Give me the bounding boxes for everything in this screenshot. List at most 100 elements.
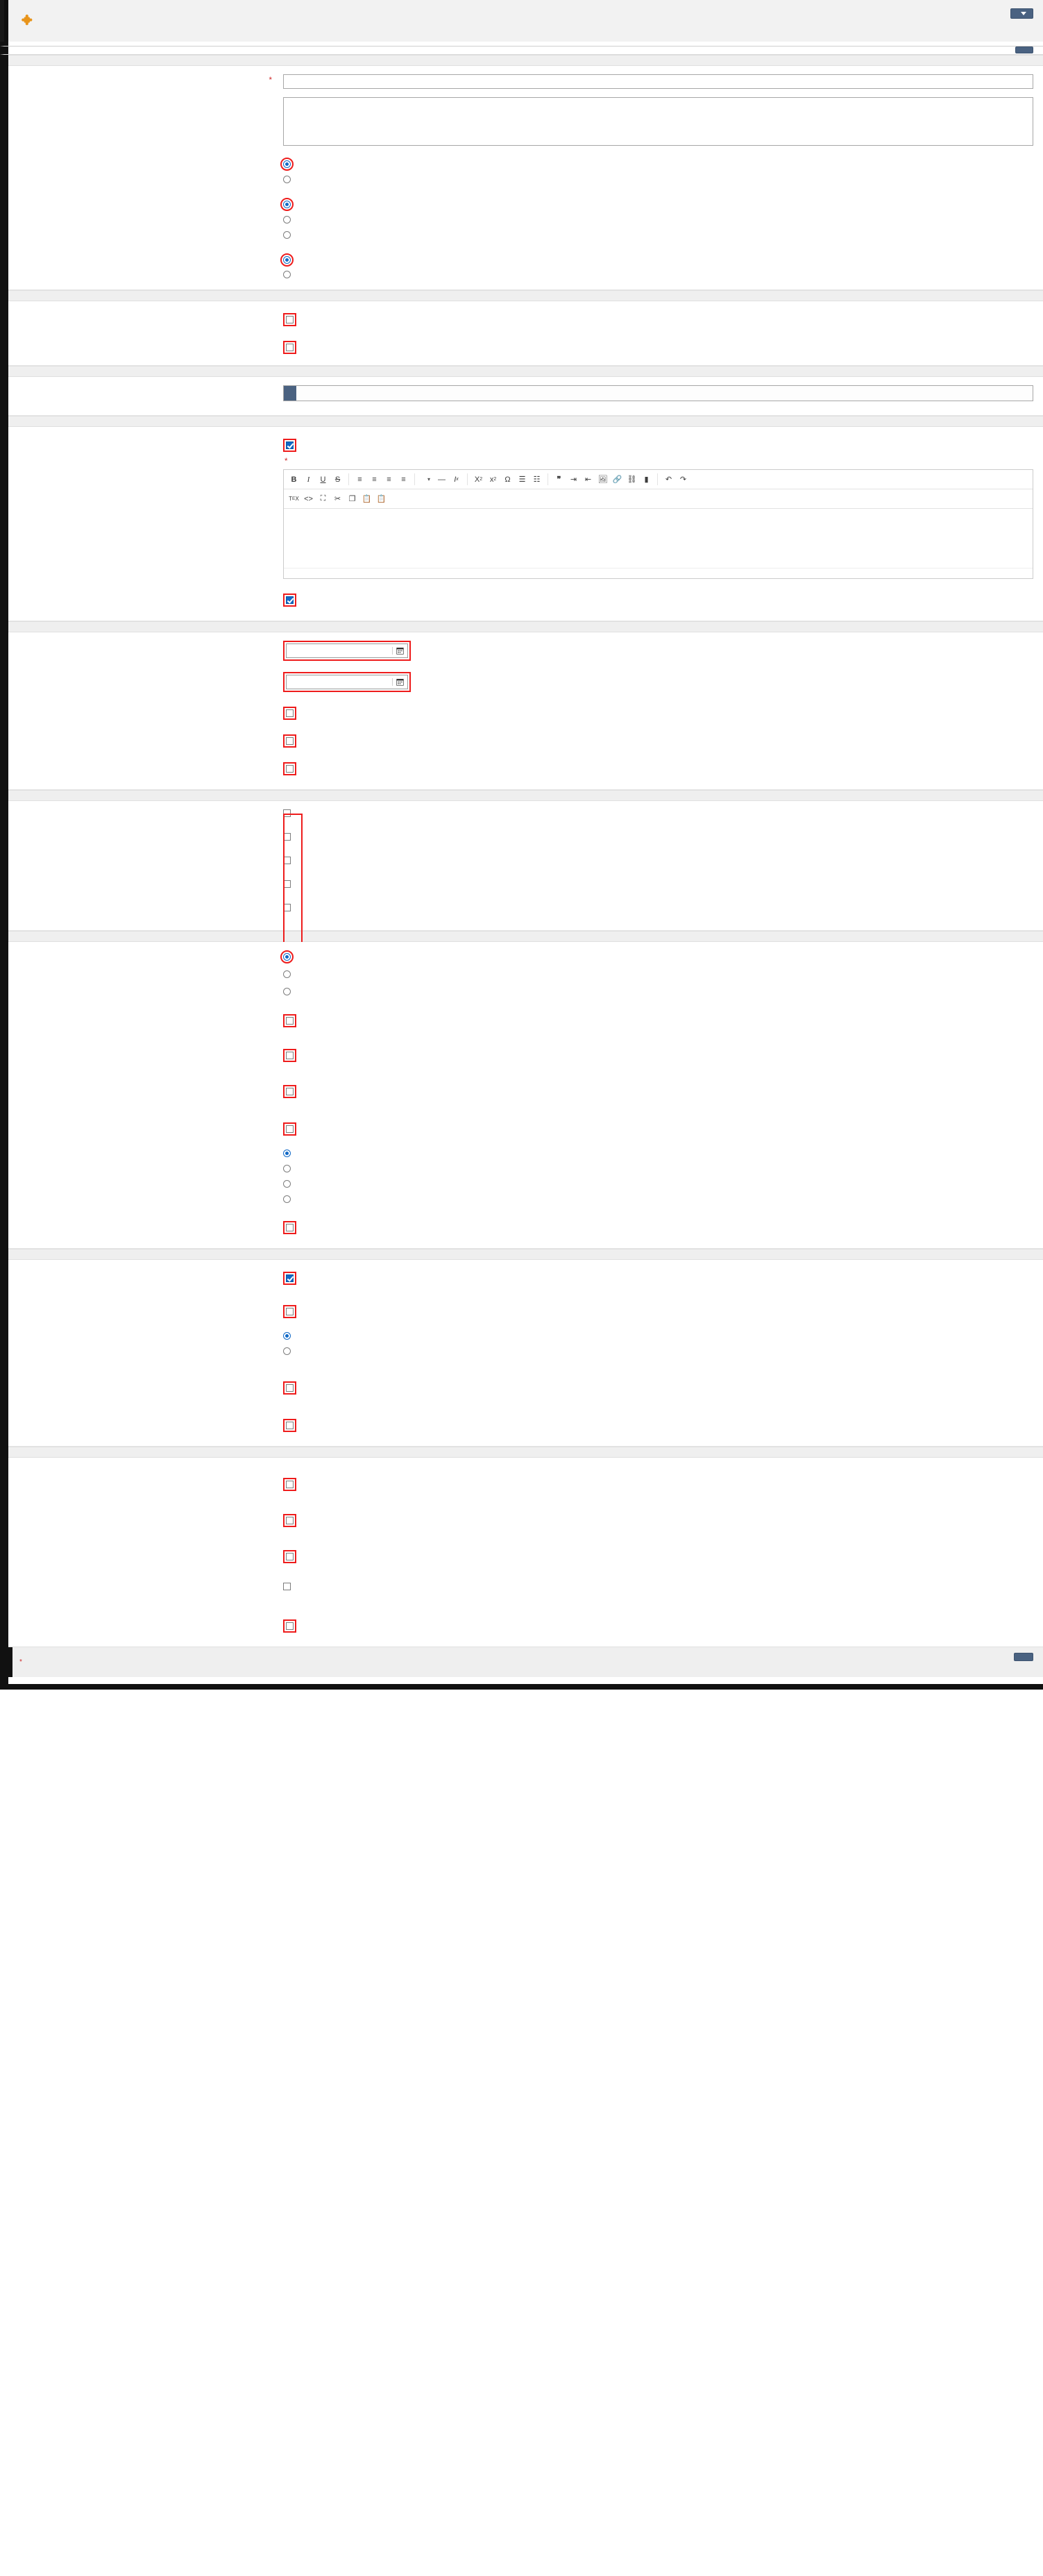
actions-button[interactable]	[1010, 8, 1033, 19]
align-center-icon[interactable]: ≡	[368, 473, 381, 486]
unanswered-radio-2[interactable]	[283, 1347, 291, 1355]
concluding-remarks-checkbox[interactable]	[286, 1517, 294, 1524]
source-code-icon[interactable]: <>	[302, 492, 315, 505]
pools-radio-1[interactable]	[280, 158, 294, 171]
privacy-option-1[interactable]	[280, 253, 1033, 267]
show-title-option-2[interactable]	[283, 969, 1033, 978]
online-checkbox[interactable]	[286, 316, 294, 323]
answers-option-1[interactable]	[283, 1148, 1033, 1157]
align-right-icon[interactable]: ≡	[382, 473, 396, 486]
limit-duration-checkbox[interactable]	[283, 857, 291, 864]
fullscreen-icon[interactable]: ⛶	[316, 492, 330, 505]
editor-content-area[interactable]	[284, 509, 1033, 568]
paste-icon[interactable]: 📋	[360, 492, 373, 505]
privacy-option-2[interactable]	[283, 269, 1033, 278]
flagging-questions-checkbox[interactable]	[286, 1422, 294, 1429]
underline-icon[interactable]: U	[316, 473, 330, 486]
numbered-list-icon[interactable]: ☷	[530, 473, 543, 486]
redo-icon[interactable]: ↷	[677, 473, 690, 486]
automatic-saving-checkbox[interactable]	[286, 1017, 294, 1025]
limit-passes-checkbox[interactable]	[283, 809, 291, 817]
manual-participants-checkbox[interactable]	[286, 737, 294, 745]
selection-option-3[interactable]	[283, 230, 1033, 239]
overview-of-answers-checkbox[interactable]	[286, 1481, 294, 1488]
show-list-of-questions-checkbox[interactable]	[286, 1384, 294, 1392]
align-left-icon[interactable]: ≡	[353, 473, 366, 486]
outdent-icon[interactable]: ⇤	[582, 473, 595, 486]
force-waiting-checkbox[interactable]	[283, 833, 291, 841]
digitally-sign-checkbox[interactable]	[283, 1583, 291, 1590]
selection-radio-1[interactable]	[280, 198, 294, 211]
title-input[interactable]	[283, 74, 1033, 89]
bulleted-list-icon[interactable]: ☰	[516, 473, 529, 486]
finishing-time-input[interactable]	[287, 677, 392, 687]
answers-radio-2[interactable]	[283, 1165, 291, 1172]
file-picker[interactable]	[283, 385, 1033, 401]
selection-radio-3[interactable]	[283, 231, 291, 239]
copy-icon[interactable]: ❐	[346, 492, 359, 505]
finishing-time-datefield[interactable]	[286, 675, 408, 689]
strikethrough-icon[interactable]: S	[331, 473, 344, 486]
select-file-button[interactable]	[284, 386, 296, 401]
introductory-message-checkbox[interactable]	[286, 441, 294, 449]
show-all-test-properties-checkbox[interactable]	[286, 596, 294, 604]
special-character-icon[interactable]: Ω	[501, 473, 514, 486]
pools-option-1[interactable]	[280, 158, 1033, 171]
unlink-icon[interactable]: ⛓	[625, 473, 638, 486]
answers-option-3[interactable]	[283, 1179, 1033, 1188]
pools-option-2[interactable]	[283, 174, 1033, 183]
pools-radio-2[interactable]	[283, 176, 291, 183]
hints-checkbox[interactable]	[286, 1088, 294, 1095]
instant-feedback-checkbox[interactable]	[286, 1125, 294, 1133]
show-title-radio-2[interactable]	[283, 970, 291, 978]
save-button-bottom[interactable]	[1014, 1653, 1033, 1661]
description-textarea[interactable]	[283, 97, 1033, 146]
starting-time-input[interactable]	[287, 646, 392, 655]
subscript-icon[interactable]: X2	[472, 473, 485, 486]
show-title-radio-1[interactable]	[280, 950, 294, 963]
notification-checkbox[interactable]	[286, 1622, 294, 1630]
superscript-icon[interactable]: x2	[486, 473, 500, 486]
redirect-checkbox[interactable]	[286, 1553, 294, 1560]
compulsory-questions-checkbox[interactable]	[286, 1224, 294, 1231]
paste-as-text-icon[interactable]: 📋	[375, 492, 388, 505]
insert-link-icon[interactable]: 🔗	[611, 473, 624, 486]
use-previous-answers-checkbox[interactable]	[286, 1274, 294, 1282]
rich-text-editor[interactable]: B I U S ≡ ≡ ≡ ≡ ▾ — I x X 2 x 2 Ω ☰ ☷ ❞ …	[283, 469, 1033, 579]
limited-availability-checkbox[interactable]	[286, 344, 294, 351]
answers-option-2[interactable]	[283, 1163, 1033, 1172]
simultaneous-participants-checkbox[interactable]	[286, 765, 294, 773]
starting-time-datefield[interactable]	[286, 643, 408, 658]
paragraph-style-dropdown[interactable]: ▾	[419, 476, 434, 482]
italic-icon[interactable]: I	[302, 473, 315, 486]
answers-radio-1[interactable]	[283, 1150, 291, 1157]
privacy-radio-1[interactable]	[280, 253, 294, 267]
save-button-top[interactable]	[1015, 47, 1033, 53]
selection-option-2[interactable]	[283, 214, 1033, 224]
remove-format-icon[interactable]: Ix	[450, 473, 463, 486]
privacy-radio-2[interactable]	[283, 271, 291, 278]
answers-option-4[interactable]	[283, 1194, 1033, 1203]
show-title-option-1[interactable]	[280, 950, 1033, 963]
undo-icon[interactable]: ↶	[662, 473, 675, 486]
show-title-option-3[interactable]	[283, 986, 1033, 995]
unanswered-option-1[interactable]	[283, 1331, 1033, 1340]
align-justify-icon[interactable]: ≡	[397, 473, 410, 486]
horizontal-rule-icon[interactable]: —	[435, 473, 448, 486]
answers-radio-4[interactable]	[283, 1195, 291, 1203]
calendar-icon[interactable]	[392, 647, 407, 655]
unanswered-option-2[interactable]	[283, 1346, 1033, 1355]
insert-image-icon[interactable]: 🖼	[596, 473, 609, 486]
display-test-pass-id-checkbox[interactable]	[283, 904, 291, 911]
cut-icon[interactable]: ✂	[331, 492, 344, 505]
tex-icon[interactable]: TEX	[287, 492, 300, 505]
anchor-icon[interactable]: ▮	[640, 473, 653, 486]
selection-option-1[interactable]	[280, 198, 1033, 211]
bold-icon[interactable]: B	[287, 473, 300, 486]
suspend-test-checkbox[interactable]	[286, 1308, 294, 1315]
shuffle-questions-checkbox[interactable]	[286, 1052, 294, 1059]
exam-view-checkbox[interactable]	[283, 880, 291, 888]
test-password-checkbox[interactable]	[286, 709, 294, 717]
indent-icon[interactable]: ⇥	[567, 473, 580, 486]
calendar-icon-2[interactable]	[392, 678, 407, 686]
